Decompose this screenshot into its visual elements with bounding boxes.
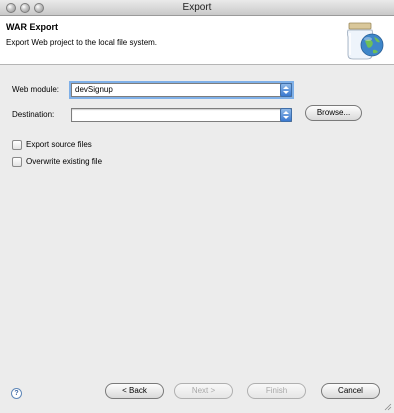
- destination-combo[interactable]: [71, 108, 292, 122]
- title-bar: Export: [0, 0, 394, 16]
- window-title: Export: [182, 2, 212, 13]
- overwrite-checkbox[interactable]: [12, 157, 22, 167]
- back-button[interactable]: < Back: [105, 383, 164, 399]
- finish-button[interactable]: Finish: [247, 383, 306, 399]
- export-dialog: Export WAR Export Export Web project to …: [0, 0, 394, 413]
- banner-description: Export Web project to the local file sys…: [6, 38, 158, 47]
- web-module-label: Web module:: [12, 85, 59, 94]
- web-module-combo[interactable]: devSignup: [71, 83, 292, 97]
- cancel-button[interactable]: Cancel: [321, 383, 380, 399]
- overwrite-label: Overwrite existing file: [26, 157, 103, 166]
- export-source-label: Export source files: [26, 140, 92, 149]
- banner-title: WAR Export: [6, 22, 59, 32]
- destination-label: Destination:: [12, 110, 55, 119]
- export-jar-globe-icon: [347, 22, 384, 60]
- browse-button[interactable]: Browse...: [305, 105, 362, 121]
- export-source-checkbox[interactable]: [12, 140, 22, 150]
- header-banner: WAR Export Export Web project to the loc…: [0, 16, 394, 65]
- resize-grip-icon[interactable]: [384, 403, 392, 411]
- next-button[interactable]: Next >: [174, 383, 233, 399]
- web-module-dropdown-arrow-icon[interactable]: [280, 83, 292, 97]
- help-icon[interactable]: ?: [11, 388, 22, 399]
- web-module-value: devSignup: [75, 85, 113, 94]
- destination-dropdown-arrow-icon[interactable]: [280, 108, 292, 122]
